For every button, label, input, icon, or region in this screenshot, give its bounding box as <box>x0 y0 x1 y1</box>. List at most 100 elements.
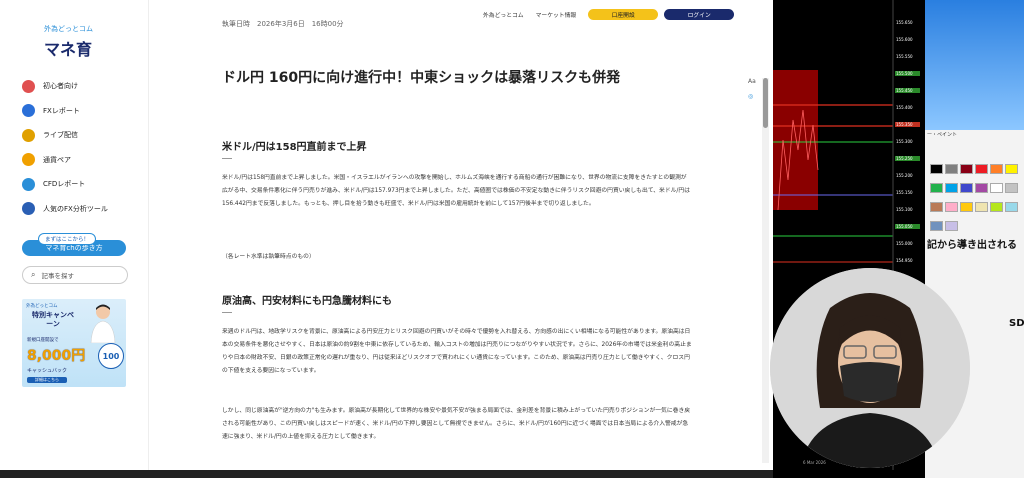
rate-note: （各レート水準は執筆時点のもの） <box>222 254 315 260</box>
color-swatch[interactable] <box>975 183 988 193</box>
price-tick-label: 155.450 <box>895 88 920 93</box>
color-swatch[interactable] <box>945 202 958 212</box>
price-tick-label: 155.150 <box>895 190 920 195</box>
header-links: 外為どっとコム マーケット情報 口座開設 ログイン <box>483 9 735 20</box>
font-size-icon[interactable]: Aa <box>748 78 756 85</box>
search-icon: ⌕ <box>31 270 36 279</box>
article-date: 執筆日時 2026年3月6日 16時00分 <box>222 20 344 28</box>
login-button[interactable]: ログイン <box>664 9 735 20</box>
section2-rule <box>222 312 232 313</box>
nav-circle-icon <box>22 202 35 216</box>
color-swatch[interactable] <box>1005 202 1018 212</box>
color-palette[interactable] <box>929 160 1021 236</box>
price-tick-label: 155.250 <box>895 156 920 161</box>
banner-amount: 8,000円 <box>27 348 86 364</box>
banner-line2: キャッシュバック <box>27 368 68 374</box>
price-tick-label: 155.000 <box>895 241 920 246</box>
article-search-button[interactable]: ⌕ 記事を探す <box>22 266 128 284</box>
color-swatch[interactable] <box>930 202 943 212</box>
nav-circle-icon <box>22 104 35 118</box>
section1-paragraph: 米ドル/円は158円直前まで上昇しました。米国・イスラエルがイランへの攻撃を開始… <box>222 175 690 207</box>
presenter-avatar <box>770 268 970 468</box>
color-swatch[interactable] <box>975 164 988 174</box>
sidebar-item-6[interactable]: 人気のFX分析ツール <box>22 197 132 222</box>
taskbar <box>0 470 773 478</box>
desktop-wallpaper <box>925 0 1024 130</box>
price-tick-label: 155.200 <box>895 173 920 178</box>
color-swatch[interactable] <box>975 202 988 212</box>
article-title: ドル円 160円に向け進行中！中東ショックは暴落リスクも併発 <box>222 70 621 86</box>
sidebar-item-4[interactable]: 通貨ペア <box>22 148 132 173</box>
logo-small-text: 外為どっとコム <box>44 25 93 33</box>
sidebar-item-2[interactable]: FXレポート <box>22 99 132 124</box>
price-tick-label: 155.550 <box>895 54 920 59</box>
banner-badge: 100 <box>98 343 124 369</box>
search-label: 記事を探す <box>41 272 74 280</box>
price-tick-label: 155.300 <box>895 139 920 144</box>
paint-text-1: 記から導き出される <box>927 240 1017 251</box>
site-logo[interactable]: 外為どっとコム マネ育 <box>44 24 93 60</box>
browser-window: 外為どっとコム マネ育 初心者向け FXレポート ライブ配信通貨ペア CFDレポート人… <box>0 0 773 470</box>
color-swatch[interactable] <box>960 164 973 174</box>
price-tick-label: 155.500 <box>895 71 920 76</box>
section2-heading: 原油高、円安材料にも円急騰材料にも <box>222 296 392 307</box>
price-tick-label: 154.950 <box>895 258 920 263</box>
color-swatch[interactable] <box>945 164 958 174</box>
color-swatch[interactable] <box>945 183 958 193</box>
color-swatch[interactable] <box>990 183 1003 193</box>
color-swatch[interactable] <box>945 221 958 231</box>
scrollbar-thumb[interactable] <box>763 78 768 128</box>
price-tick-label: 155.350 <box>895 122 920 127</box>
section2-paragraph2: しかし、同じ原油高が"逆方向の力"も生みます。原油高が長期化して世界的な株安や景… <box>222 408 691 440</box>
chart-date-label: 6 Mar 2026 <box>803 460 826 465</box>
banner-top: 外為どっとコム <box>26 304 58 309</box>
price-tick-label: 155.400 <box>895 105 920 110</box>
paint-title: ー・ペイント <box>927 132 958 138</box>
sidebar-item-1[interactable]: 初心者向け <box>22 74 132 99</box>
sidebar-nav: 初心者向け FXレポート ライブ配信通貨ペア CFDレポート人気のFX分析ツール <box>22 74 132 221</box>
color-swatch[interactable] <box>960 183 973 193</box>
webcam-overlay <box>770 268 970 468</box>
color-swatch[interactable] <box>960 202 973 212</box>
sidebar-item-label: CFDレポート <box>43 180 86 189</box>
header-link-market[interactable]: マーケット情報 <box>536 10 577 19</box>
guide-tag: まずはここから！ <box>38 233 97 245</box>
banner-details: 詳細はこちら <box>27 377 67 383</box>
color-swatch[interactable] <box>990 202 1003 212</box>
logo-big-text: マネ育 <box>44 40 93 59</box>
sidebar-item-3[interactable]: ライブ配信 <box>22 123 132 148</box>
sidebar-item-label: 初心者向け <box>43 82 78 91</box>
header-link-gaitame[interactable]: 外為どっとコム <box>483 10 524 19</box>
price-tick-label: 155.650 <box>895 20 920 25</box>
sidebar: 外為どっとコム マネ育 初心者向け FXレポート ライブ配信通貨ペア CFDレポート人… <box>0 0 149 470</box>
nav-circle-icon <box>22 177 35 191</box>
color-swatch[interactable] <box>930 164 943 174</box>
section2-paragraph1: 来週のドル円は、地政学リスクを背景に、原油高による円安圧力とリスク回避の円買いが… <box>222 329 692 374</box>
translate-icon[interactable]: ◎ <box>748 93 756 100</box>
color-swatch[interactable] <box>930 183 943 193</box>
sidebar-item-label: 人気のFX分析ツール <box>43 204 108 213</box>
color-swatch[interactable] <box>1005 164 1018 174</box>
banner-line1: 新規口座開設で <box>27 338 59 343</box>
side-tools: Aa ◎ <box>748 78 756 108</box>
section1-rule <box>222 158 232 159</box>
article-main: 執筆日時 2026年3月6日 16時00分 外為どっとコム マーケット情報 口座… <box>148 0 763 470</box>
section1-heading: 米ドル/円は158円直前まで上昇 <box>222 142 367 153</box>
sidebar-item-label: 通貨ペア <box>43 155 71 164</box>
sidebar-item-5[interactable]: CFDレポート <box>22 172 132 197</box>
price-tick-label: 155.600 <box>895 37 920 42</box>
sidebar-item-label: FXレポート <box>43 106 80 115</box>
campaign-banner[interactable]: 外為どっとコム 特別キャンペーン 新規口座開設で 8,000円 キャッシュバック… <box>22 299 126 387</box>
nav-circle-icon <box>22 153 35 167</box>
price-tick-label: 155.100 <box>895 207 920 212</box>
sidebar-item-label: ライブ配信 <box>43 131 78 140</box>
paint-text-2: SD <box>1009 318 1024 329</box>
color-swatch[interactable] <box>930 221 943 231</box>
banner-headline: 特別キャンペーン <box>32 311 74 328</box>
color-swatch[interactable] <box>1005 183 1018 193</box>
page-scrollbar[interactable] <box>762 78 769 463</box>
color-swatch[interactable] <box>990 164 1003 174</box>
nav-circle-icon <box>22 128 35 142</box>
open-account-button[interactable]: 口座開設 <box>588 9 659 20</box>
nav-circle-icon <box>22 79 35 93</box>
